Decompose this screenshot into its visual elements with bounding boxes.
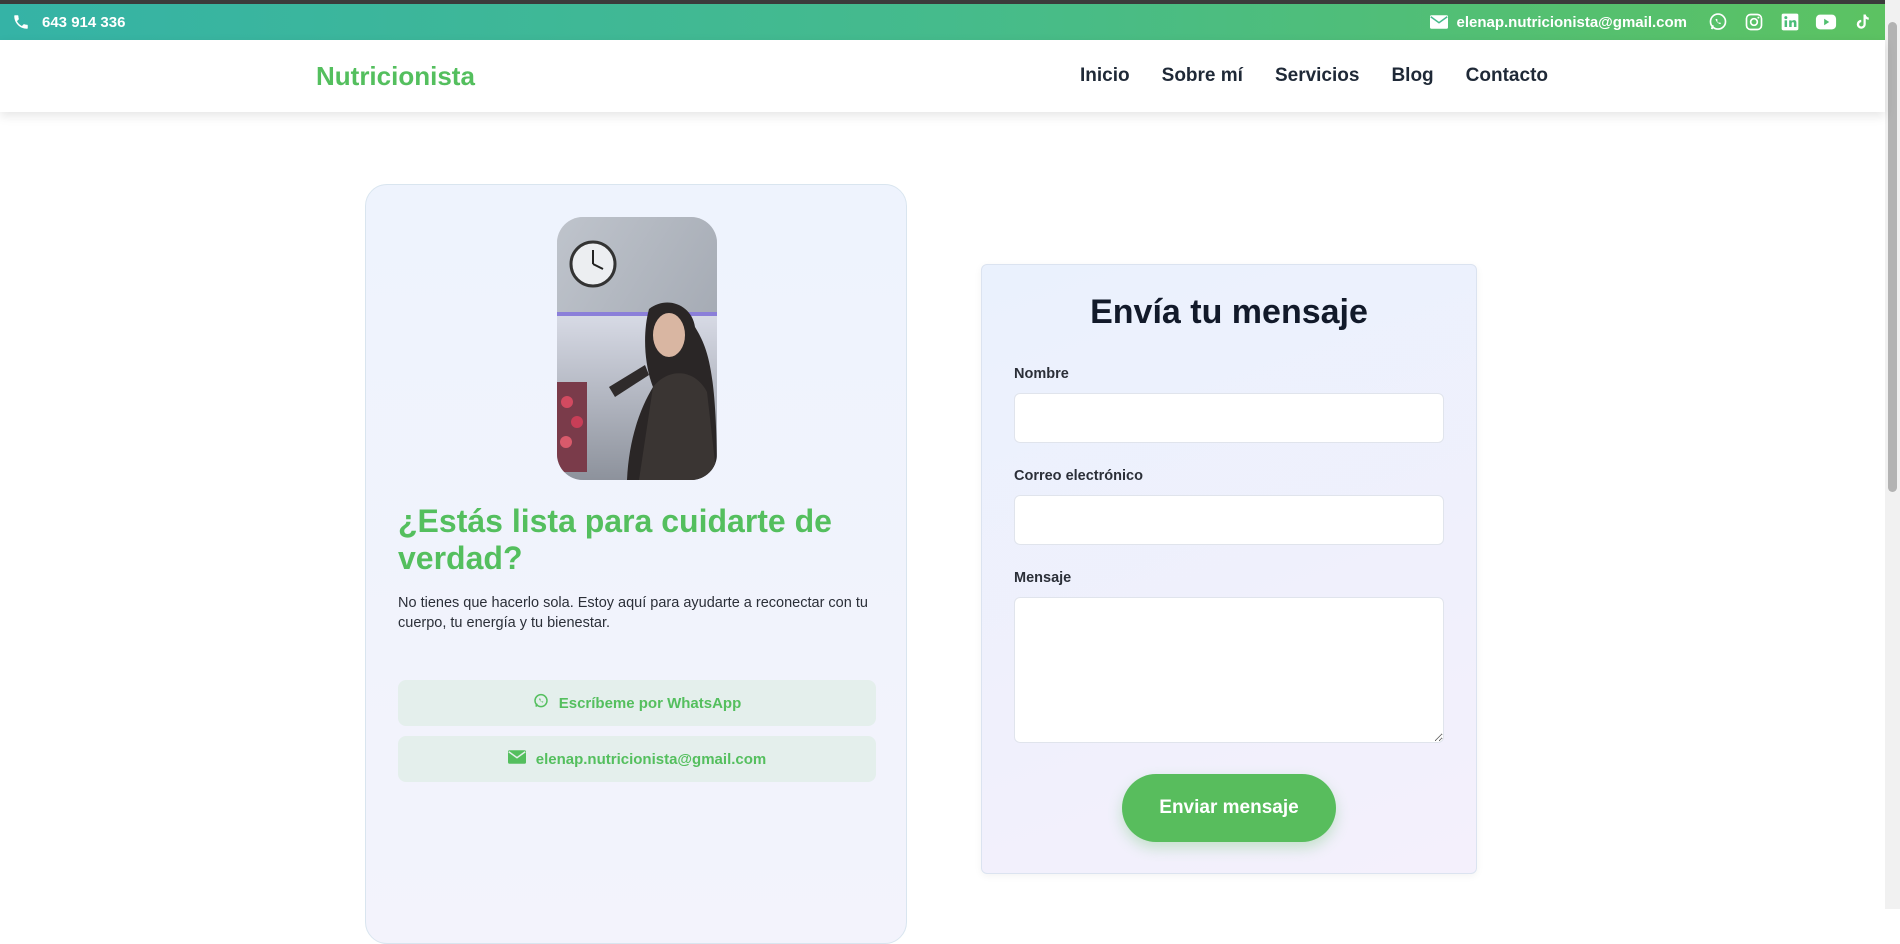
nav-item-blog[interactable]: Blog	[1391, 65, 1433, 87]
topbar-email-text: elenap.nutricionista@gmail.com	[1456, 13, 1687, 31]
instagram-icon[interactable]	[1743, 11, 1765, 33]
whatsapp-icon[interactable]	[1707, 11, 1729, 33]
nav-item-sobre-mi[interactable]: Sobre mí	[1162, 65, 1243, 87]
topbar-phone-text: 643 914 336	[42, 13, 126, 31]
mail-icon	[1430, 15, 1449, 29]
whatsapp-button-label: Escríbeme por WhatsApp	[558, 694, 742, 712]
linkedin-icon[interactable]	[1779, 11, 1801, 33]
site-logo[interactable]: Nutricionista	[316, 40, 475, 112]
email-label: Correo electrónico	[1014, 468, 1143, 484]
nutritionist-photo	[557, 217, 717, 480]
name-label: Nombre	[1014, 366, 1069, 382]
main-nav: Inicio Sobre mí Servicios Blog Contacto	[1080, 40, 1548, 112]
cta-title: ¿Estás lista para cuidarte de verdad?	[398, 503, 832, 576]
youtube-icon[interactable]	[1815, 11, 1837, 33]
message-label: Mensaje	[1014, 570, 1072, 586]
nav-item-servicios[interactable]: Servicios	[1275, 65, 1360, 87]
nav-item-contacto[interactable]: Contacto	[1466, 65, 1548, 87]
form-title: Envía tu mensaje	[1090, 293, 1368, 331]
contact-form-card: Envía tu mensaje Nombre Correo electróni…	[981, 264, 1477, 874]
whatsapp-icon	[533, 693, 549, 713]
page-scrollbar[interactable]	[1885, 0, 1900, 909]
site-header: Nutricionista Inicio Sobre mí Servicios …	[0, 40, 1885, 112]
message-field[interactable]	[1014, 597, 1444, 743]
cta-description: No tienes que hacerlo sola. Estoy aquí p…	[398, 595, 868, 631]
cta-card: ¿Estás lista para cuidarte de verdad? No…	[365, 184, 907, 944]
tiktok-icon[interactable]	[1851, 11, 1873, 33]
email-button[interactable]: elenap.nutricionista@gmail.com	[398, 736, 876, 782]
nav-item-inicio[interactable]: Inicio	[1080, 65, 1130, 87]
top-contact-bar: 643 914 336 elenap.nutricionista@gmail.c…	[0, 4, 1885, 40]
submit-button[interactable]: Enviar mensaje	[1122, 774, 1336, 842]
mail-icon	[507, 750, 526, 768]
topbar-email[interactable]: elenap.nutricionista@gmail.com	[1430, 14, 1687, 31]
phone-icon	[12, 13, 30, 31]
scrollbar-thumb[interactable]	[1888, 22, 1897, 492]
whatsapp-button[interactable]: Escríbeme por WhatsApp	[398, 680, 876, 726]
name-field[interactable]	[1014, 393, 1444, 443]
email-field[interactable]	[1014, 495, 1444, 545]
topbar-phone[interactable]: 643 914 336	[12, 4, 125, 40]
email-button-label: elenap.nutricionista@gmail.com	[535, 750, 767, 768]
